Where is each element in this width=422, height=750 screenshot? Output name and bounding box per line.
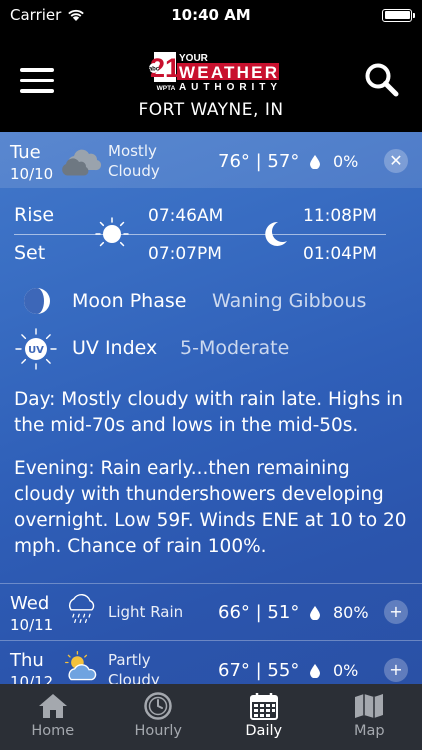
uv-index-label: UV Index: [72, 337, 158, 359]
day-row[interactable]: Wed 10/11 Light Rain 66° | 51° 80% +: [0, 584, 422, 640]
temperature-range: 76° | 57°: [218, 151, 300, 172]
tab-label: Daily: [245, 723, 283, 739]
moon-icon: [265, 221, 287, 246]
tab-home[interactable]: Home: [0, 684, 106, 750]
evening-forecast-text: Evening: Rain early...then remaining clo…: [14, 458, 407, 557]
temperature-range: 66° | 51°: [218, 602, 300, 623]
rain-chance: 0%: [333, 661, 359, 680]
condition-text: Partly Cloudy: [108, 651, 160, 684]
day-row-today[interactable]: Tue 10/10 Mostly Cloudy 76° | 57° 0% ✕: [0, 132, 422, 188]
station-logo: 21 abc WPTA YOUR WEATHER AUTHORITY: [148, 50, 280, 94]
tab-hourly[interactable]: Hourly: [106, 684, 212, 750]
moonset-time: 01:04PM: [303, 244, 377, 264]
day-name: Tue: [10, 142, 41, 163]
svg-text:UV: UV: [28, 345, 44, 356]
partly-cloudy-icon: [65, 651, 97, 681]
day-row[interactable]: Thu 10/12 Partly Cloudy 67° | 55° 0% +: [0, 641, 422, 684]
cloudy-icon: [62, 149, 102, 176]
tab-label: Hourly: [134, 723, 183, 739]
day-name: Wed: [10, 593, 50, 614]
tab-bar: Home Hourly Daily Map: [0, 684, 422, 750]
rain-chance: 80%: [333, 603, 369, 622]
day-name: Thu: [10, 650, 44, 671]
location-label: FORT WAYNE, IN: [138, 100, 284, 120]
search-icon[interactable]: [362, 60, 402, 100]
status-bar: Carrier 10:40 AM: [0, 0, 422, 30]
calendar-icon: [249, 693, 278, 720]
wifi-icon: [68, 9, 85, 21]
carrier-label: Carrier: [10, 6, 62, 24]
moon-phase-icon: [24, 288, 50, 314]
raindrop-icon: [310, 664, 320, 678]
day-date: 10/10: [10, 165, 54, 183]
daily-forecast-list[interactable]: Tue 10/10 Mostly Cloudy 76° | 57° 0% ✕ R…: [0, 132, 422, 684]
day-forecast-text: Day: Mostly cloudy with rain late. Highs…: [14, 389, 403, 436]
uv-index-value: 5-Moderate: [180, 337, 290, 359]
sunset-time: 07:07PM: [148, 244, 222, 264]
sun-divider: [14, 234, 386, 235]
condition-text: Mostly Cloudy: [108, 142, 160, 180]
condition-text: Light Rain: [108, 603, 184, 621]
raindrop-icon: [310, 606, 320, 620]
day-date: 10/12: [10, 673, 54, 684]
battery-icon: [382, 8, 415, 22]
menu-button[interactable]: [20, 68, 54, 94]
sun-icon: [95, 217, 129, 247]
expand-button[interactable]: +: [384, 658, 408, 682]
raindrop-icon: [310, 155, 320, 169]
day-date: 10/11: [10, 616, 54, 634]
uv-index-icon: UV: [15, 328, 57, 370]
rise-label: Rise: [14, 204, 55, 226]
svg-text:abc: abc: [149, 67, 160, 73]
moon-phase-value: Waning Gibbous: [212, 290, 367, 312]
svg-text:WEATHER: WEATHER: [179, 63, 277, 82]
set-label: Set: [14, 242, 46, 264]
tab-label: Map: [353, 723, 385, 739]
home-icon: [38, 694, 67, 718]
temperature-range: 67° | 55°: [218, 660, 300, 681]
collapse-button[interactable]: ✕: [384, 149, 408, 173]
tab-label: Home: [31, 723, 75, 739]
light-rain-icon: [68, 593, 95, 624]
tab-daily[interactable]: Daily: [211, 684, 317, 750]
clock-icon: [144, 692, 172, 720]
moon-phase-label: Moon Phase: [72, 290, 187, 312]
rain-chance: 0%: [333, 152, 359, 171]
map-icon: [355, 694, 384, 718]
sunrise-time: 07:46AM: [148, 206, 224, 226]
svg-text:AUTHORITY: AUTHORITY: [179, 82, 277, 93]
svg-text:WPTA: WPTA: [157, 85, 176, 92]
expand-button[interactable]: +: [384, 600, 408, 624]
tab-map[interactable]: Map: [317, 684, 422, 750]
app-header: 21 abc WPTA YOUR WEATHER AUTHORITY FORT …: [0, 30, 422, 132]
moonrise-time: 11:08PM: [303, 206, 377, 226]
